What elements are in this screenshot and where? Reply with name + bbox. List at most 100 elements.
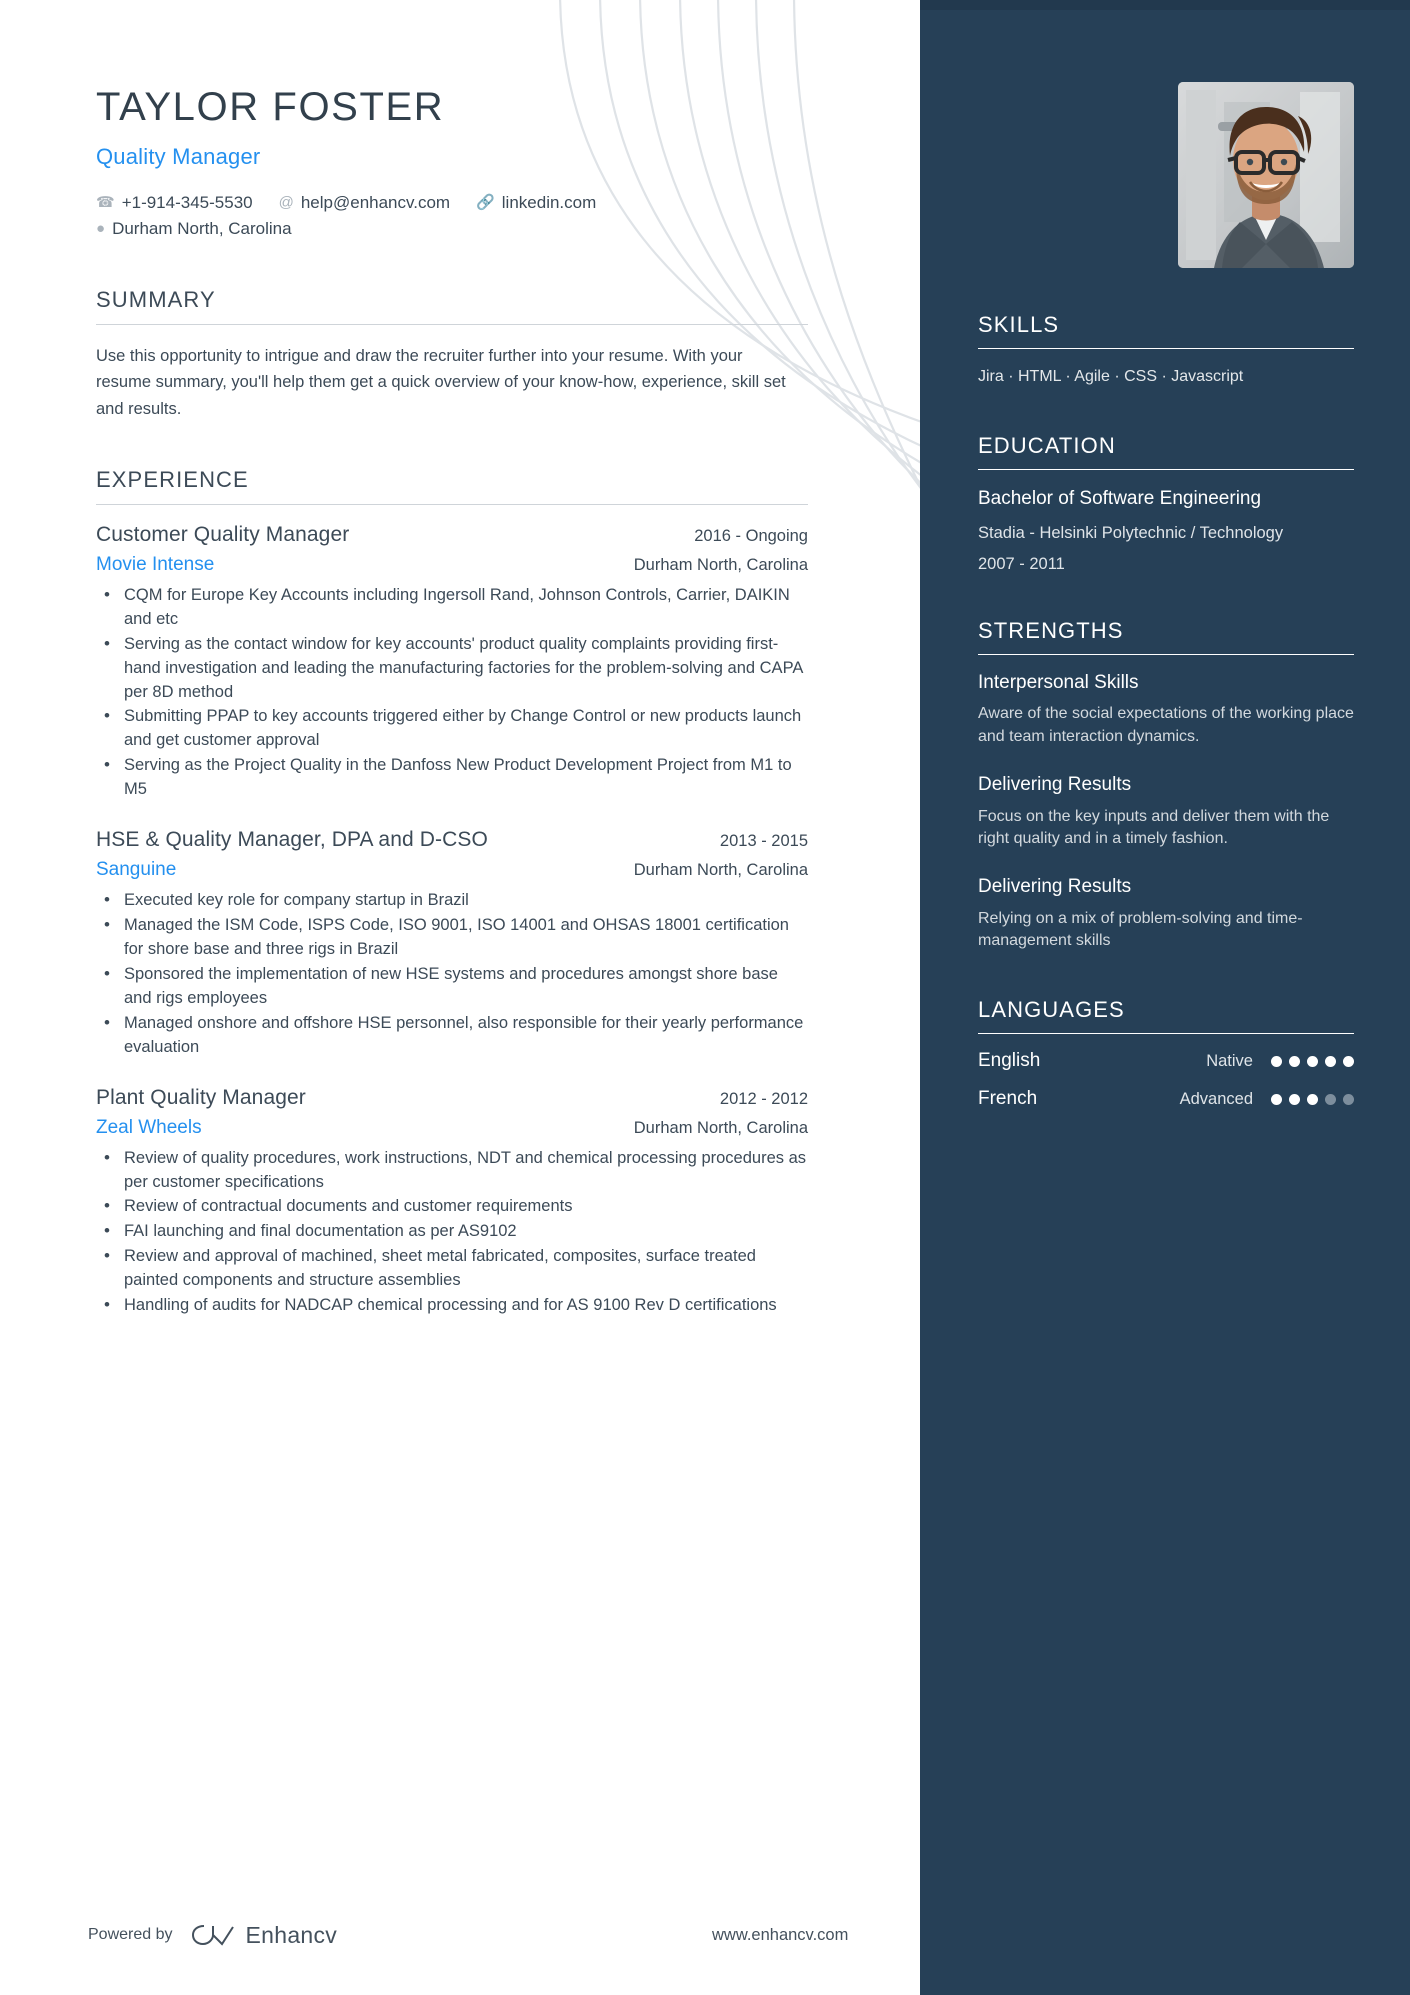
powered-by-block: Powered by Enhancv — [88, 1922, 337, 1949]
language-rating — [1271, 1093, 1354, 1105]
contact-email-text: help@enhancv.com — [300, 193, 451, 212]
rating-dot-filled — [1289, 1055, 1300, 1067]
sidebar: SKILLS Jira · HTML · Agile · CSS · Javas… — [920, 0, 1410, 1995]
rating-dot-filled — [1343, 1055, 1354, 1067]
section-languages-title: LANGUAGES — [978, 997, 1125, 1023]
experience-bullet: Review of contractual documents and cust… — [96, 1194, 808, 1219]
strength-name: Delivering Results — [978, 773, 1132, 795]
contact-block: ☎ +1-914-345-5530 @ help@enhancv.com 🔗 l… — [96, 190, 920, 243]
map-pin-icon: ● — [96, 220, 106, 238]
rating-dot-filled — [1289, 1093, 1300, 1105]
section-experience: EXPERIENCE Customer Quality Manager 2016 … — [96, 467, 808, 1318]
link-icon: 🔗 — [476, 194, 495, 211]
section-strengths-title: STRENGTHS — [978, 617, 1124, 643]
experience-dates: 2013 - 2015 — [719, 832, 808, 851]
section-education-title: EDUCATION — [978, 433, 1116, 458]
section-divider — [96, 503, 808, 505]
brand-block: Enhancv — [191, 1922, 338, 1949]
header-job-title: Quality Manager — [96, 144, 261, 169]
experience-bullet: Executed key role for company startup in… — [96, 888, 808, 913]
experience-role: HSE & Quality Manager, DPA and D-CSO — [96, 828, 488, 852]
experience-dates: 2016 - Ongoing — [694, 526, 808, 545]
section-skills-title: SKILLS — [978, 312, 1060, 337]
language-name: English — [978, 1050, 1041, 1072]
experience-role: Plant Quality Manager — [96, 1085, 306, 1109]
rating-dot-filled — [1307, 1055, 1318, 1067]
experience-bullet: FAI launching and final documentation as… — [96, 1219, 808, 1244]
experience-location: Durham North, Carolina — [633, 555, 808, 574]
section-divider — [978, 653, 1354, 655]
contact-location-text: Durham North, Carolina — [112, 219, 292, 239]
main-column: TAYLOR FOSTER Quality Manager ☎ +1-914-3… — [0, 0, 920, 1995]
summary-text: Use this opportunity to intrigue and dra… — [96, 346, 786, 419]
section-divider — [978, 348, 1354, 349]
experience-bullet: Serving as the Project Quality in the Da… — [96, 753, 808, 802]
rating-dot-filled — [1271, 1055, 1282, 1067]
contact-phone[interactable]: ☎ +1-914-345-5530 — [96, 190, 253, 216]
experience-bullets: Executed key role for company startup in… — [96, 888, 808, 1060]
contact-phone-text: +1-914-345-5530 — [121, 193, 253, 212]
experience-item-header: Customer Quality Manager 2016 - Ongoing — [96, 523, 808, 547]
experience-company[interactable]: Movie Intense — [96, 554, 214, 576]
at-sign-icon: @ — [278, 194, 294, 211]
rating-dot-filled — [1271, 1093, 1282, 1105]
rating-dot-empty — [1325, 1093, 1336, 1105]
footer-website: www.enhancv.com — [712, 1925, 849, 1944]
rating-dot-filled — [1325, 1055, 1336, 1067]
experience-role: Customer Quality Manager — [96, 522, 350, 546]
language-item: French Advanced — [978, 1088, 1354, 1110]
strength-name: Interpersonal Skills — [978, 671, 1139, 693]
rating-dot-empty — [1343, 1093, 1354, 1105]
contact-row-location: ● Durham North, Carolina — [96, 216, 920, 242]
experience-company[interactable]: Zeal Wheels — [96, 1117, 202, 1139]
experience-item: HSE & Quality Manager, DPA and D-CSO 2013… — [96, 828, 808, 1059]
experience-bullet: Review of quality procedures, work instr… — [96, 1146, 808, 1195]
experience-bullet: Review and approval of machined, sheet m… — [96, 1244, 808, 1293]
phone-icon: ☎ — [96, 194, 115, 211]
contact-link-text: linkedin.com — [501, 193, 597, 212]
experience-bullet: CQM for Europe Key Accounts including In… — [96, 583, 808, 632]
contact-link[interactable]: 🔗 linkedin.com — [476, 190, 596, 216]
strength-description: Focus on the key inputs and deliver them… — [978, 807, 1330, 848]
experience-company[interactable]: Sanguine — [96, 859, 176, 881]
experience-bullets: CQM for Europe Key Accounts including In… — [96, 583, 808, 802]
section-summary-title: SUMMARY — [96, 286, 216, 312]
experience-bullet: Sponsored the implementation of new HSE … — [96, 962, 808, 1011]
rating-dot-filled — [1307, 1093, 1318, 1105]
language-level: Native — [1206, 1051, 1253, 1070]
section-divider — [96, 323, 808, 325]
strength-item: Interpersonal Skills Aware of the social … — [978, 671, 1354, 749]
section-strengths: STRENGTHS Interpersonal Skills Aware of t… — [978, 618, 1354, 953]
experience-item-subheader: Movie Intense Durham North, Carolina — [96, 554, 808, 576]
strength-description: Relying on a mix of problem-solving and … — [978, 909, 1303, 950]
experience-bullet: Serving as the contact window for key ac… — [96, 632, 808, 705]
language-rating — [1271, 1055, 1354, 1067]
contact-row-primary: ☎ +1-914-345-5530 @ help@enhancv.com 🔗 l… — [96, 190, 920, 216]
education-dates: 2007 - 2011 — [978, 554, 1065, 573]
skills-list: Jira · HTML · Agile · CSS · Javascript — [978, 368, 1244, 385]
language-level: Advanced — [1179, 1089, 1253, 1108]
footer: Powered by Enhancv www.enhancv.com — [0, 1875, 920, 1995]
strength-name: Delivering Results — [978, 875, 1132, 897]
experience-item: Customer Quality Manager 2016 - Ongoing Mo… — [96, 523, 808, 802]
experience-item-header: Plant Quality Manager 2012 - 2012 — [96, 1086, 808, 1110]
education-school: Stadia - Helsinki Polytechnic / Technolo… — [978, 523, 1284, 542]
powered-by-label: Powered by — [88, 1926, 173, 1943]
section-skills: SKILLS Jira · HTML · Agile · CSS · Javas… — [978, 312, 1354, 389]
page-title: TAYLOR FOSTER — [96, 85, 445, 129]
experience-item-subheader: Zeal Wheels Durham North, Carolina — [96, 1117, 808, 1139]
enhancv-logo-icon — [191, 1925, 234, 1946]
section-divider — [978, 1033, 1354, 1035]
experience-location: Durham North, Carolina — [633, 861, 808, 880]
section-summary: SUMMARY Use this opportunity to intrigue… — [96, 287, 808, 423]
section-divider — [978, 469, 1354, 470]
sidebar-top-strip — [920, 0, 1410, 10]
contact-email[interactable]: @ help@enhancv.com — [279, 190, 450, 216]
experience-item-header: HSE & Quality Manager, DPA and D-CSO 2013… — [96, 828, 808, 852]
experience-bullet: Managed onshore and offshore HSE personn… — [96, 1011, 808, 1060]
experience-dates: 2012 - 2012 — [719, 1089, 808, 1108]
experience-location: Durham North, Carolina — [633, 1118, 808, 1137]
languages-list: English Native French Advanced — [978, 1050, 1354, 1110]
strength-description: Aware of the social expectations of the … — [978, 705, 1354, 746]
experience-bullets: Review of quality procedures, work instr… — [96, 1146, 808, 1318]
